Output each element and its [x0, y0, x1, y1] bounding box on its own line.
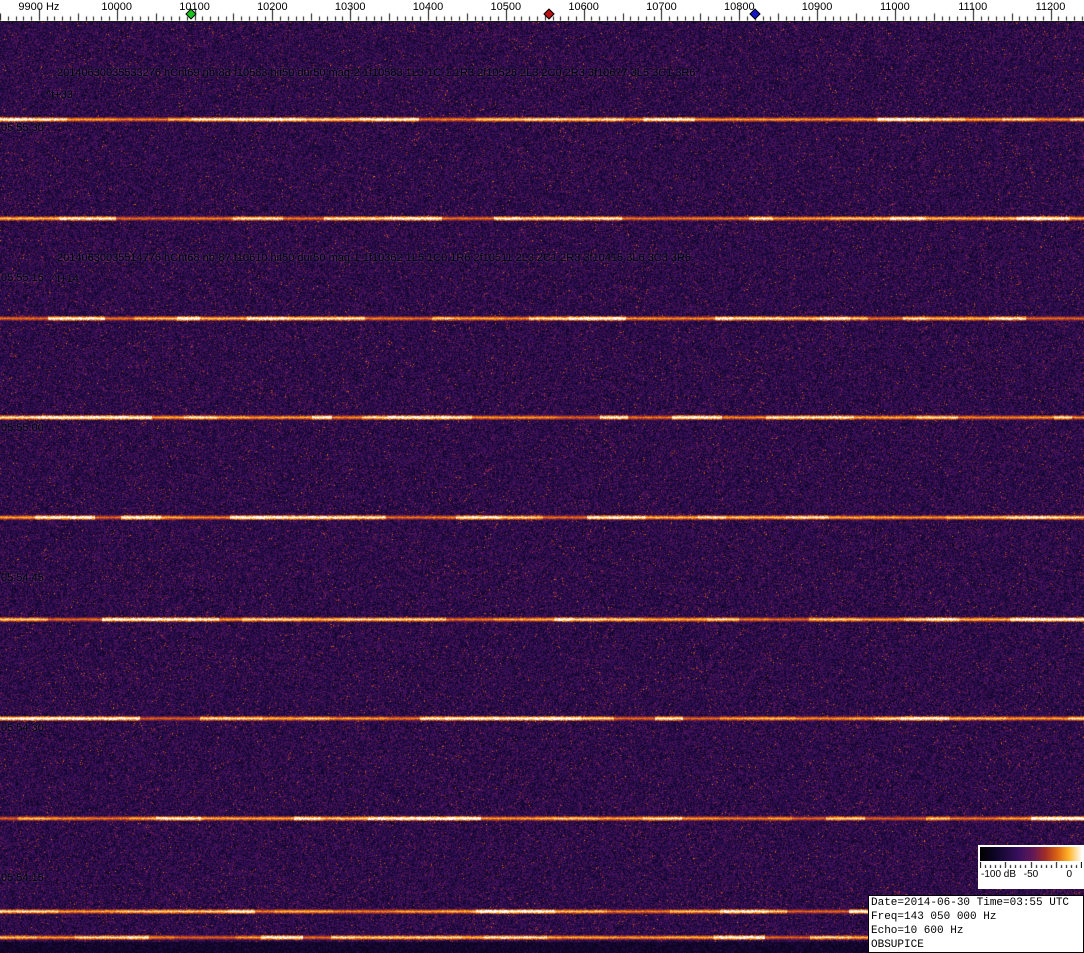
spectrogram-waterfall [0, 22, 1084, 953]
freq-tick-label: 10700 [646, 1, 677, 13]
freq-tick-label: 10600 [568, 1, 599, 13]
colorbar-mid-label: -50 [1024, 869, 1038, 880]
frequency-ruler-ticks-canvas [0, 0, 1084, 21]
freq-tick-label: 10300 [335, 1, 366, 13]
freq-tick-label: 11200 [1036, 1, 1066, 13]
spectrogram-app: 9900 Hz 10000 10100 10200 10300 10400 10500 106… [0, 0, 1084, 953]
info-echo-line: Echo=10 600 Hz [871, 924, 1081, 938]
freq-tick-label: 9900 Hz [18, 1, 59, 13]
freq-tick-label: 10500 [491, 1, 522, 13]
colorbar-gradient [980, 847, 1082, 861]
freq-tick-label: 10200 [257, 1, 288, 13]
freq-tick-label: 10400 [413, 1, 444, 13]
freq-tick-label: 10000 [101, 1, 132, 13]
colorbar-max-label: 0 [1066, 869, 1072, 880]
freq-tick-label: 11000 [880, 1, 910, 13]
info-date-line: Date=2014-06-30 Time=03:55 UTC [871, 896, 1081, 910]
colorbar-ticks-canvas [980, 862, 1082, 868]
info-freq-line: Freq=143 050 000 Hz [871, 910, 1081, 924]
colorbar-min-label: -100 dB [981, 869, 1016, 880]
spectrogram-canvas [0, 22, 1084, 953]
colorbar-labels: -100 dB -50 0 [980, 869, 1082, 882]
freq-tick-label: 11100 [958, 1, 987, 13]
observation-info-box: Date=2014-06-30 Time=03:55 UTC Freq=143 … [868, 895, 1084, 953]
frequency-ruler: 9900 Hz 10000 10100 10200 10300 10400 10500 106… [0, 0, 1084, 22]
info-station-line: OBSUPICE [871, 938, 1081, 952]
freq-tick-label: 10800 [724, 1, 755, 13]
freq-tick-label: 10900 [802, 1, 833, 13]
colorbar-legend: -100 dB -50 0 [978, 845, 1084, 889]
